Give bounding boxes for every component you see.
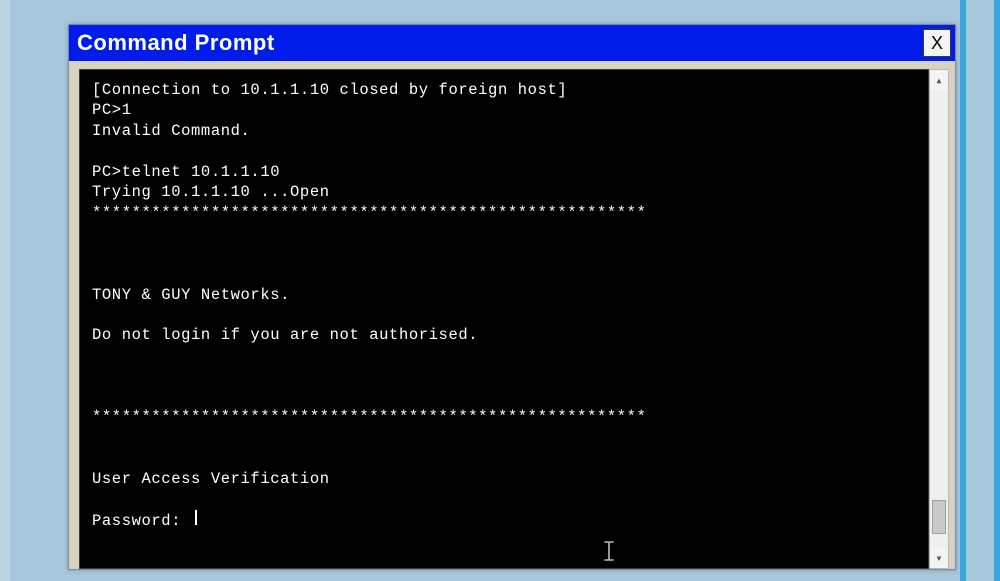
desktop-background: Command Prompt X [Connection to 10.1.1.1… [0,0,1000,581]
scroll-up-button[interactable]: ▴ [930,70,948,90]
close-button[interactable]: X [923,29,951,57]
decorative-stripe [960,0,966,581]
mouse-text-cursor-icon [602,540,616,562]
terminal-output: [Connection to 10.1.1.10 closed by forei… [92,80,916,510]
chevron-up-icon: ▴ [935,73,942,88]
password-prompt-line[interactable]: Password: [92,510,916,531]
window-body: [Connection to 10.1.1.10 closed by forei… [69,61,955,569]
terminal[interactable]: [Connection to 10.1.1.10 closed by forei… [79,69,929,569]
decorative-stripe [0,0,10,581]
command-prompt-window: Command Prompt X [Connection to 10.1.1.1… [68,24,956,570]
scroll-track[interactable] [930,90,948,548]
chevron-down-icon: ▾ [935,551,942,566]
decorative-stripe [994,0,1000,581]
vertical-scrollbar[interactable]: ▴ ▾ [929,69,949,569]
titlebar[interactable]: Command Prompt X [69,25,955,61]
scroll-thumb[interactable] [932,500,946,534]
scroll-down-button[interactable]: ▾ [930,548,948,568]
text-caret [195,510,197,525]
window-title: Command Prompt [77,30,275,56]
close-icon: X [931,33,943,54]
password-prompt-label: Password: [92,511,191,531]
